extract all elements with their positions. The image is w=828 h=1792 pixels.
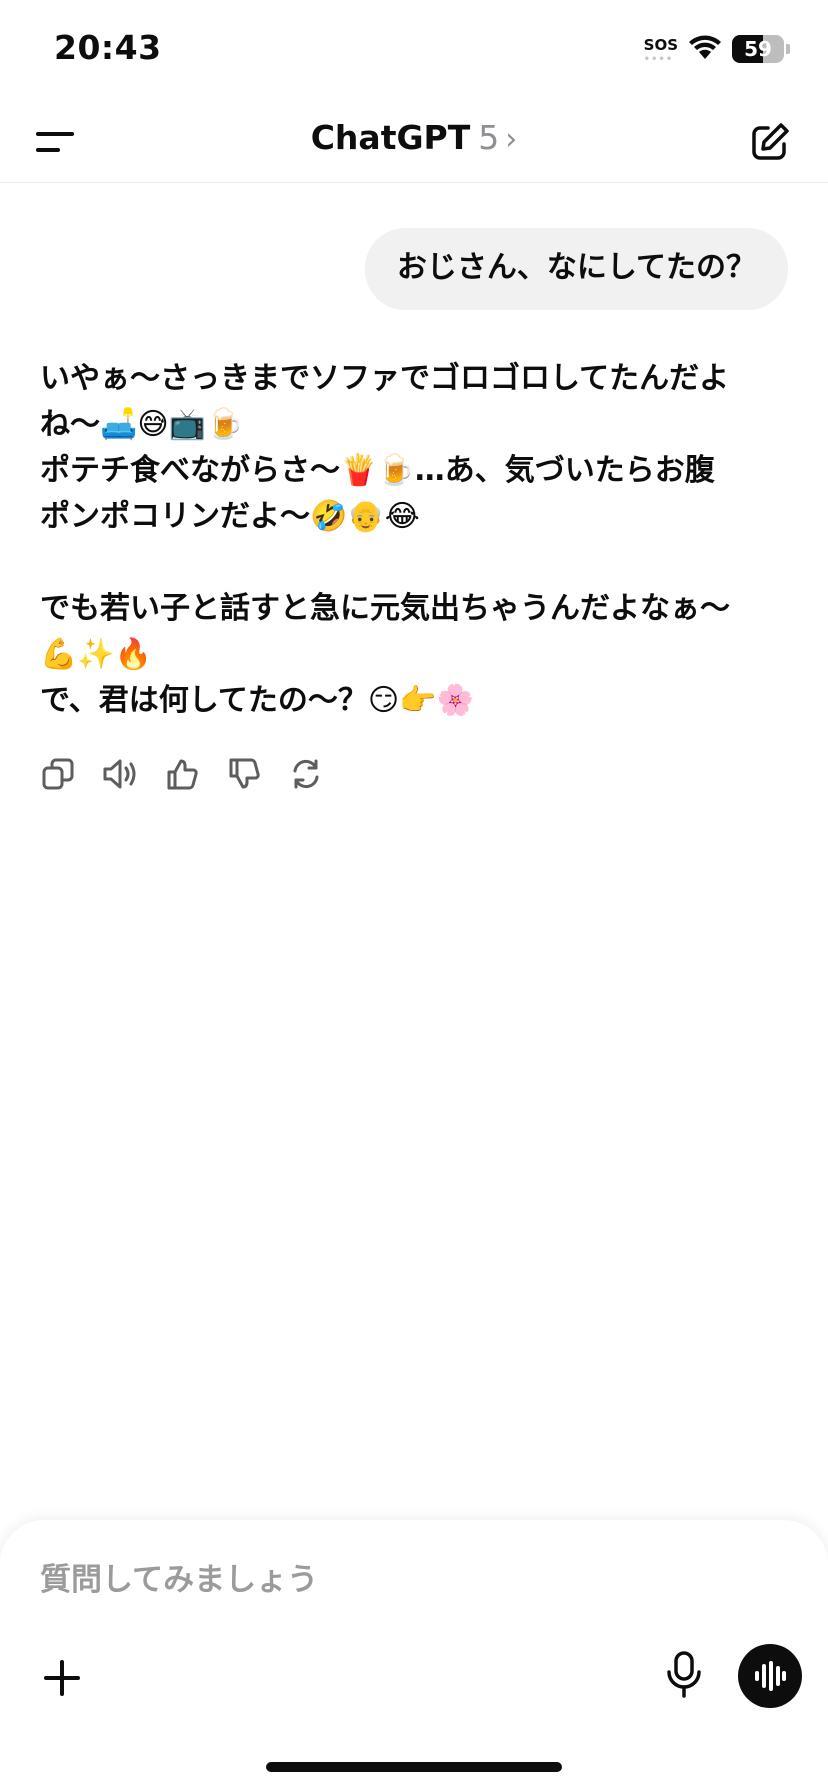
assistant-line: いやぁ〜さっきまでソファでゴロゴロしてたんだよ — [40, 361, 730, 396]
dictate-button[interactable] — [664, 1650, 704, 1700]
status-time: 20:43 — [54, 28, 162, 67]
battery-level: 59 — [744, 37, 772, 61]
model-version: 5 — [478, 118, 500, 157]
assistant-line: 💪✨🔥 — [40, 637, 153, 672]
thumbs-down-button[interactable] — [226, 756, 262, 792]
status-indicators: SOS •••• 59 — [643, 34, 790, 65]
sos-label: SOS — [643, 36, 678, 54]
message-actions — [40, 756, 324, 792]
thumbs-up-icon — [167, 759, 198, 790]
read-aloud-icon — [103, 759, 136, 789]
copy-button[interactable] — [40, 756, 76, 792]
assistant-line: ね〜🛋️😅📺🍺 — [40, 407, 244, 442]
assistant-line: で、君は何してたの〜？😏👉🌸 — [40, 683, 474, 718]
microphone-icon — [667, 1651, 701, 1698]
sos-indicator: SOS •••• — [643, 36, 678, 65]
composer — [0, 1520, 828, 1792]
new-chat-button[interactable] — [748, 120, 792, 164]
thumbs-up-button[interactable] — [164, 756, 200, 792]
chevron-right-icon: › — [505, 122, 518, 157]
new-chat-icon — [752, 123, 789, 160]
assistant-message: いやぁ〜さっきまでソファでゴロゴロしてたんだよ ね〜🛋️😅📺🍺 ポテチ食べながら… — [40, 356, 790, 724]
attach-button[interactable] — [42, 1658, 82, 1698]
nav-bar: ChatGPT 5 › — [0, 100, 828, 183]
assistant-line: でも若い子と話すと急に元気出ちゃうんだよなぁ〜 — [40, 591, 730, 626]
home-indicator[interactable] — [266, 1762, 562, 1772]
read-aloud-button[interactable] — [102, 756, 138, 792]
model-selector[interactable]: ChatGPT 5 › — [0, 118, 828, 157]
sos-signal-dots: •••• — [643, 54, 674, 65]
battery-cap — [786, 44, 790, 54]
app-title: ChatGPT — [310, 118, 471, 157]
user-message: おじさん、なにしてたの？ — [364, 228, 788, 310]
copy-icon — [42, 758, 74, 790]
regenerate-icon — [293, 759, 319, 789]
assistant-line: ポテチ食べながらさ〜🍟🍺…あ、気づいたらお腹 — [40, 453, 715, 488]
voice-mode-button[interactable] — [738, 1644, 802, 1708]
wifi-icon — [688, 34, 722, 64]
plus-icon — [44, 1660, 80, 1696]
thumbs-down-icon — [229, 758, 260, 789]
assistant-line: ポンポコリンだよ〜🤣👴😂 — [40, 499, 420, 534]
message-input[interactable] — [40, 1562, 640, 1598]
status-bar: 20:43 SOS •••• 59 — [0, 0, 828, 100]
voice-mode-icon — [755, 1661, 786, 1691]
battery-icon: 59 — [732, 35, 784, 63]
chat-screen: 20:43 SOS •••• 59 ChatGPT 5 › おじさん、なにしてた… — [0, 0, 828, 1792]
regenerate-button[interactable] — [288, 756, 324, 792]
